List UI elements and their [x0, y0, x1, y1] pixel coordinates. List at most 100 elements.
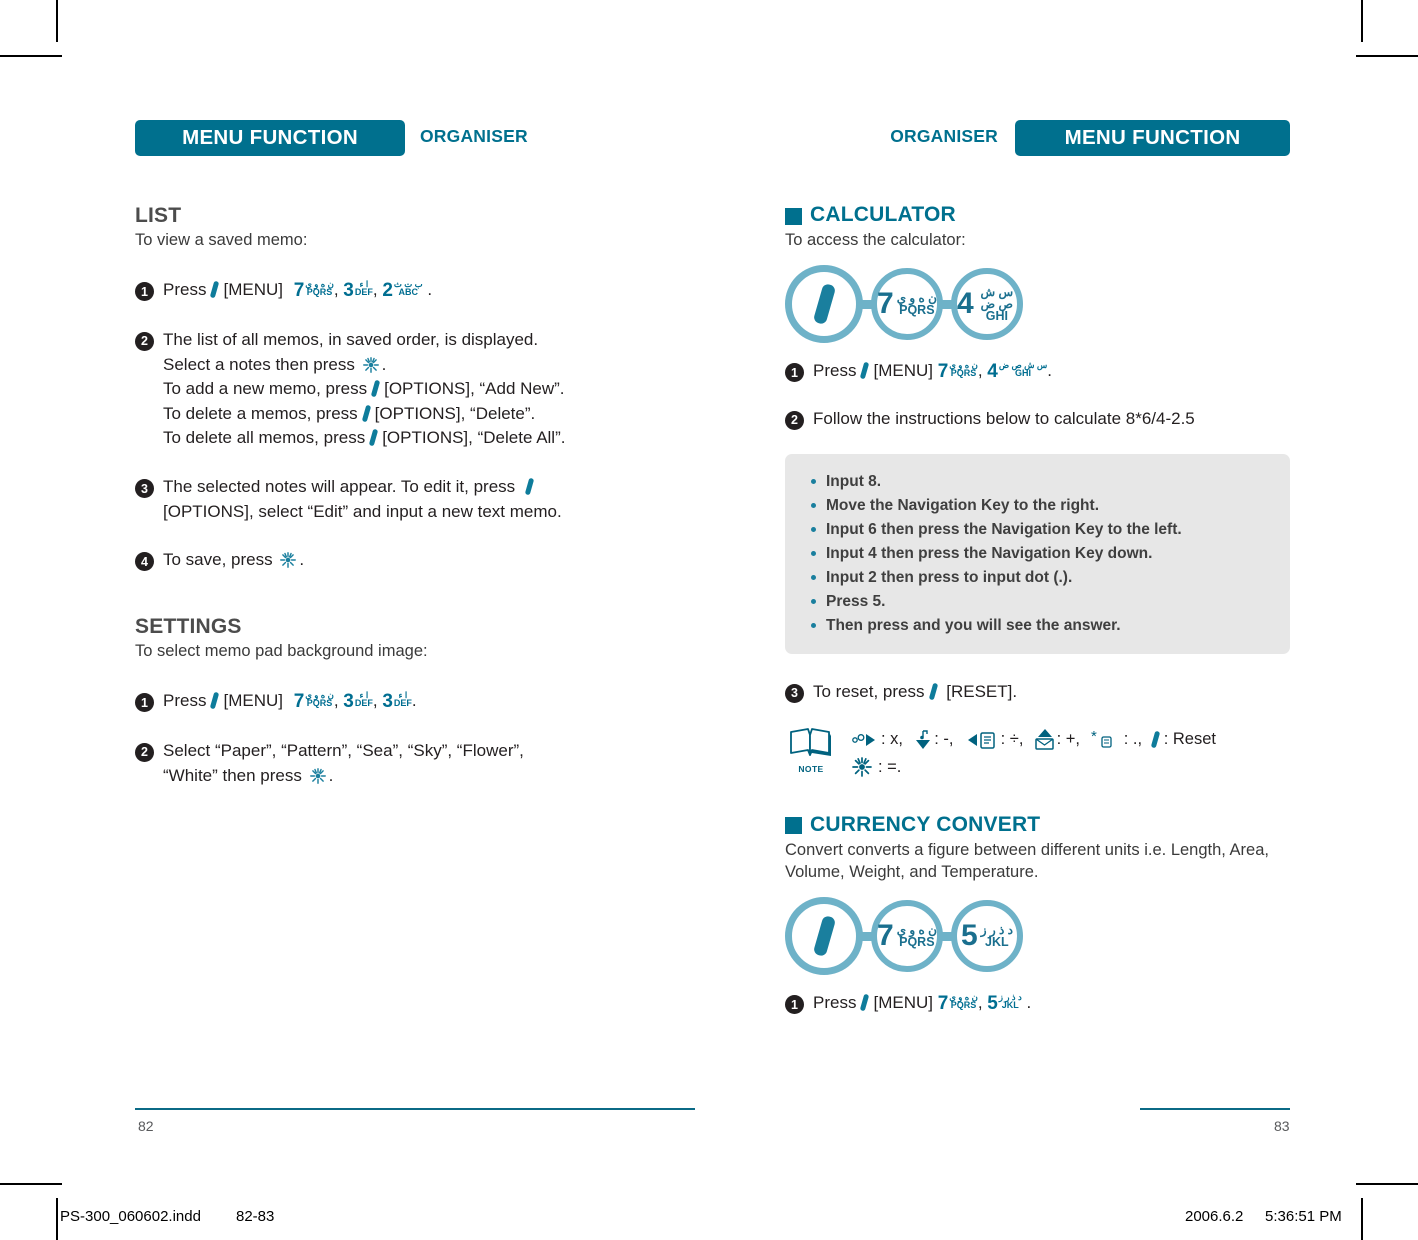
list-item: Then press and you will see the answer.	[811, 614, 1270, 638]
currency-subtitle-line-1: Convert converts a figure between differ…	[785, 840, 1269, 859]
numeric-key-7: 7ن ه و ي PQRS	[937, 360, 978, 383]
square-bullet-icon	[785, 817, 802, 835]
currency-title: CURRENCY CONVERT	[785, 813, 1290, 837]
calculator-step-3: 3 To reset, press [RESET].	[785, 680, 1290, 705]
list-step-3: 3 The selected notes will appear. To edi…	[135, 475, 695, 524]
calculator-step-2: 2 Follow the instructions below to calcu…	[785, 407, 1290, 432]
calculator-keychain-diagram: 7 ن ه و ي PQRS 4 س ش ص ض GHI	[785, 261, 1290, 347]
square-bullet-icon	[785, 207, 802, 225]
list-subtitle: To view a saved memo:	[135, 231, 308, 249]
nav-up-icon	[1034, 728, 1054, 750]
ok-key-icon	[362, 356, 380, 374]
settings-step-2: 2 Select “Paper”, “Pattern”, “Sea”, “Sky…	[135, 739, 695, 788]
keychain-circle-slash	[785, 897, 863, 976]
note-label: NOTE	[798, 764, 824, 775]
step-text: Press [MENU] 7ن ه و ي PQRS, 3ا ء DEF, 2ب ت …	[163, 278, 432, 304]
slash-key-icon	[524, 478, 535, 495]
bullet-dot-icon	[811, 478, 816, 484]
slash-key-icon	[370, 380, 381, 397]
step-text: Select “Paper”, “Pattern”, “Sea”, “Sky”,…	[163, 739, 524, 788]
numeric-key-3: 3ا ء DEF	[343, 279, 373, 302]
slash-key-icon	[812, 915, 836, 958]
numeric-key-7: 7ن ه و ي PQRS	[293, 279, 334, 302]
ok-key-icon	[309, 767, 327, 785]
step-text: To reset, press [RESET].	[813, 681, 1018, 701]
bullet-dot-icon	[811, 574, 816, 580]
list-item: Press 5.	[811, 590, 1270, 614]
step2-line-1: The list of all memos, in saved order, i…	[163, 329, 539, 349]
keychain-circle-key-5: 5 د ذ ر ز JKL	[951, 900, 1023, 973]
right-page-header: MENU FUNCTION ORGANISER	[785, 120, 1290, 160]
numeric-key-3a: 3ا ء DEF	[343, 690, 373, 713]
currency-subtitle-line-2: Volume, Weight, and Temperature.	[785, 863, 1039, 881]
step-number: 1	[785, 995, 804, 1015]
step-text: To save, press .	[163, 550, 305, 570]
numeric-key-7: 7ن ه و ي PQRS	[293, 690, 334, 713]
section-calculator: CALCULATOR To access the calculator: 7 ن…	[785, 203, 1290, 781]
step3-line-1: The selected notes will appear. To edit …	[163, 475, 562, 500]
keychain-circle-slash	[785, 265, 863, 344]
right-page: MENU FUNCTION ORGANISER CALCULATOR To ac…	[785, 120, 1290, 1017]
step-number: 1	[135, 693, 154, 713]
crop-mark-bottom-left-v	[56, 1198, 58, 1240]
numeric-key-7: 7ن ه و ي PQRS	[937, 992, 978, 1015]
imprint-date: 2006.6.2	[1185, 1208, 1244, 1225]
nav-left-icon	[967, 732, 995, 749]
ok-key-icon	[279, 551, 297, 569]
keychain-circle-key-7: 7 ن ه و ي PQRS	[871, 268, 943, 341]
slash-key-icon	[368, 429, 379, 446]
nav-right-icon	[852, 733, 875, 746]
bullet-dot-icon	[811, 502, 816, 508]
calculator-title: CALCULATOR	[785, 203, 1290, 227]
slash-key-icon	[859, 362, 870, 379]
imprint-time: 5:36:51 PM	[1265, 1208, 1342, 1225]
settings-title: SETTINGS	[135, 615, 242, 639]
menu-label: [MENU]	[873, 993, 933, 1013]
list-item: Input 8.	[811, 470, 1270, 494]
keychain-circle-key-4: 4 س ش ص ض GHI	[951, 268, 1023, 341]
menu-label: [MENU]	[873, 361, 933, 381]
period: .	[411, 691, 417, 711]
slash-key-icon	[209, 692, 220, 709]
period: .	[427, 280, 433, 300]
header-bar-menu-function: MENU FUNCTION	[1015, 120, 1290, 156]
folio-right: 83	[1274, 1118, 1290, 1134]
slash-key-icon	[209, 281, 220, 298]
numeric-key-4: 4س ش ص ض GHI	[987, 360, 1048, 383]
period: .	[1026, 993, 1032, 1013]
ok-key-icon	[851, 756, 873, 778]
step2-line-4: To delete a memos, press [OPTIONS], “Dele…	[163, 403, 536, 423]
slash-key-icon	[361, 405, 372, 422]
note-legend-row-1: : x, : -, : ÷,: +, *: .,: Reset	[851, 726, 1216, 753]
crop-mark-bottom-left-h	[0, 1183, 62, 1185]
step-number: 1	[135, 282, 154, 302]
step-text: Press [MENU] 7ن ه و ي PQRS, 3ا ء DEF, 3ا ءD…	[163, 689, 417, 715]
step3-line-2: [OPTIONS], select “Edit” and input a new…	[163, 501, 562, 521]
step2-line-5: To delete all memos, press [OPTIONS], “De…	[163, 428, 566, 448]
crop-mark-bottom-right-v	[1361, 1198, 1363, 1240]
numeric-key-5: 5د ذ ر ز JKL	[987, 992, 1022, 1015]
step-text: The list of all memos, in saved order, i…	[163, 328, 565, 451]
menu-label: [MENU]	[223, 280, 283, 300]
folio-left: 82	[138, 1118, 154, 1134]
imprint-filename: PS-300_060602.indd	[60, 1208, 201, 1225]
header-bar-menu-function: MENU FUNCTION	[135, 120, 405, 156]
numeric-key-2: 2ب ت ث ABC	[382, 279, 423, 302]
section-settings: SETTINGS To select memo pad background i…	[135, 615, 695, 788]
crop-mark-top-left-v	[56, 0, 58, 42]
calculator-title-text: CALCULATOR	[810, 203, 956, 226]
step-number: 3	[135, 479, 154, 499]
step-text: Press [MENU] 7ن ه و ي PQRS, 4س ش ص ض GHI.	[813, 359, 1052, 385]
left-page: MENU FUNCTION ORGANISER LIST To view a s…	[135, 120, 695, 788]
bullet-dot-icon	[811, 598, 816, 604]
crop-mark-bottom-right-h	[1356, 1183, 1418, 1185]
press-label: Press	[163, 280, 207, 300]
star-key-icon: *	[1091, 729, 1112, 748]
step-text: Follow the instructions below to calcula…	[813, 408, 1195, 428]
step2-line-3: To add a new memo, press [OPTIONS], “Add …	[163, 379, 565, 399]
step-number: 4	[135, 552, 154, 572]
open-book-icon	[790, 728, 831, 757]
note-block: NOTE : x,: -,: ÷,: +, *: .,: Reset …	[785, 726, 1290, 780]
note-symbol-legend: : x, : -, : ÷,: +, *: .,: Reset: =.	[851, 726, 1216, 780]
numeric-key-3b: 3ا ء DEF	[382, 690, 412, 713]
